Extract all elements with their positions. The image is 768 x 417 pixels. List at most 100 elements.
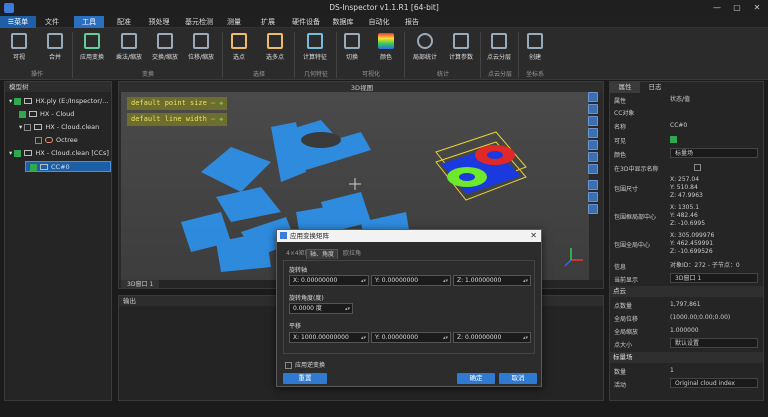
zoom-icon[interactable] [588, 128, 598, 138]
swap-scale-button[interactable]: 交换/缩放 [148, 31, 182, 67]
translate-z-input[interactable]: Z: 0.00000000 ▴▾ [453, 332, 531, 343]
tree-item[interactable]: ▾ HX.ply (E:/Inspector/... [9, 96, 108, 107]
merge-icon [47, 33, 63, 49]
pick-point-button[interactable]: 选点 [226, 31, 252, 67]
axis-x-input[interactable]: X: 0.00000000 ▴▾ [289, 275, 369, 286]
tab-axis-angle[interactable]: 轴、角度 [306, 249, 339, 259]
checkbox-icon[interactable] [24, 123, 32, 131]
menu-tools[interactable]: 工具 [74, 16, 104, 28]
active-sf-select[interactable]: Original cloud index [670, 378, 758, 388]
view-back-icon[interactable] [588, 140, 598, 150]
tree-item-selected[interactable]: CC#0 [25, 161, 111, 172]
checkbox-icon[interactable] [30, 163, 37, 171]
checkbox-icon[interactable] [14, 149, 22, 157]
apply-transform-button[interactable]: 应用变换 [76, 31, 108, 67]
menu-report[interactable]: 报告 [400, 16, 424, 28]
scale-bar-icon[interactable] [588, 204, 598, 214]
cloud-icon [24, 150, 33, 156]
menu-database[interactable]: 数据库 [328, 16, 358, 28]
inverse-option[interactable]: 应用逆变换 [285, 360, 325, 369]
group-label-visualize: 可视化 [361, 71, 380, 78]
local-stats-button[interactable]: 局部统计 [408, 31, 442, 67]
cloud-layer-button[interactable]: 点云分层 [483, 31, 515, 67]
tab-properties[interactable]: 属性 [610, 82, 640, 93]
ok-button[interactable]: 确定 [457, 373, 495, 384]
cloud-icon [34, 124, 43, 130]
menu-measure[interactable]: 测量 [222, 16, 246, 28]
menu-registration[interactable]: 配准 [112, 16, 136, 28]
group-label-select: 选择 [252, 71, 265, 78]
layers-icon [491, 33, 507, 49]
close-icon[interactable]: ✕ [748, 2, 766, 14]
multiply-scale-button[interactable]: 乘法/缩放 [112, 31, 146, 67]
view-left-icon[interactable] [588, 116, 598, 126]
tree-item[interactable]: ▾ HX - Cloud.clean [19, 122, 99, 133]
axis-z-input[interactable]: Z: 1.00000000 ▴▾ [453, 275, 531, 286]
translate-scale-button[interactable]: 位移/缩放 [184, 31, 218, 67]
view-iso-icon[interactable] [588, 152, 598, 162]
visible-checkbox[interactable] [670, 136, 677, 143]
model-tree-panel: 模型树 ▾ HX.ply (E:/Inspector/... HX - Clou… [4, 81, 112, 401]
pie-chart-icon [417, 33, 433, 49]
visible-button[interactable]: 可视 [6, 31, 32, 67]
menu-extend[interactable]: 扩展 [256, 16, 280, 28]
prop-section-cloud: 点云 [610, 286, 763, 297]
scale-icon [121, 33, 137, 49]
menu-hardware[interactable]: 硬件设备 [288, 16, 324, 28]
checkbox-icon[interactable] [14, 97, 22, 105]
group-label-operation: 操作 [30, 71, 43, 78]
show-name-checkbox[interactable] [694, 164, 701, 171]
tree-item[interactable]: HX - Cloud [19, 109, 74, 120]
color-button[interactable]: 颜色 [374, 31, 398, 67]
prop-section-sf: 标量场 [610, 352, 763, 363]
translate-icon [193, 33, 209, 49]
minimize-icon[interactable]: — [708, 2, 726, 14]
menu-primitive-detect[interactable]: 基元检测 [180, 16, 218, 28]
display-select[interactable]: 3D窗口 1 [670, 273, 758, 283]
compute-params-button[interactable]: 计算参数 [444, 31, 478, 67]
view-front-icon[interactable] [588, 92, 598, 102]
compute-feature-button[interactable]: 计算特征 [298, 31, 332, 67]
menu-file[interactable]: 文件 [40, 16, 64, 28]
tree-item[interactable]: ▾ HX - Cloud.clean [CCs] [9, 148, 109, 159]
tree-item[interactable]: Octree [35, 135, 78, 146]
checkbox-icon[interactable] [35, 136, 42, 144]
maximize-icon[interactable]: ▢ [728, 2, 746, 14]
translate-x-input[interactable]: X: 1000.00000000 ▴▾ [289, 332, 369, 343]
group-label-transform: 变换 [141, 71, 154, 78]
apply-transform-dialog: 应用变换矩阵 ✕ 4×4矩阵 轴、角度 欧拉角 旋转轴 X: 0.0000000… [276, 229, 542, 387]
toggle-button[interactable]: 切换 [340, 31, 364, 67]
axis-y-input[interactable]: Y: 0.00000000 ▴▾ [371, 275, 451, 286]
axes-icon [527, 33, 543, 49]
view-top-icon[interactable] [588, 104, 598, 114]
ribbon-divider [294, 32, 295, 78]
ribbon-toolbar: 可视 合并 应用变换 乘法/缩放 交换/缩放 位移/缩放 选点 选多点 计算特征… [0, 28, 768, 80]
translate-y-input[interactable]: Y: 0.00000000 ▴▾ [371, 332, 451, 343]
reset-button[interactable]: 重置 [283, 373, 327, 384]
point-size-select[interactable]: 默认设置 [670, 338, 758, 348]
inverse-checkbox[interactable] [285, 362, 292, 369]
menu-automation[interactable]: 自动化 [364, 16, 394, 28]
group-label-layers: 点云分层 [487, 71, 512, 78]
color-select[interactable]: 标量场 [670, 148, 758, 158]
create-button[interactable]: 创建 [522, 31, 548, 67]
cancel-button[interactable]: 取消 [499, 373, 537, 384]
checkbox-icon[interactable] [19, 110, 26, 118]
pivot-icon[interactable] [588, 180, 598, 190]
tab-log[interactable]: 日志 [640, 82, 670, 93]
cloud-icon [29, 111, 37, 117]
title-bar: DS-Inspector v1.1.R1 [64-bit] — ▢ ✕ [0, 0, 768, 16]
lights-icon[interactable] [588, 192, 598, 202]
main-menu-button[interactable]: ☰菜单 [0, 16, 36, 28]
window-title: DS-Inspector v1.1.R1 [64-bit] [329, 3, 439, 12]
cloud-icon [40, 164, 48, 170]
menu-preprocess[interactable]: 预处理 [144, 16, 174, 28]
pick-multi-button[interactable]: 选多点 [260, 31, 290, 67]
tab-3d-window-1[interactable]: 3D窗口 1 [121, 280, 160, 288]
dialog-close-icon[interactable]: ✕ [530, 230, 537, 242]
tab-euler[interactable]: 欧拉角 [340, 249, 364, 259]
angle-input[interactable]: 0.0000 度 ▴▾ [289, 303, 353, 314]
perspective-icon[interactable] [588, 164, 598, 174]
folder-icon [24, 98, 33, 104]
merge-button[interactable]: 合并 [42, 31, 68, 67]
